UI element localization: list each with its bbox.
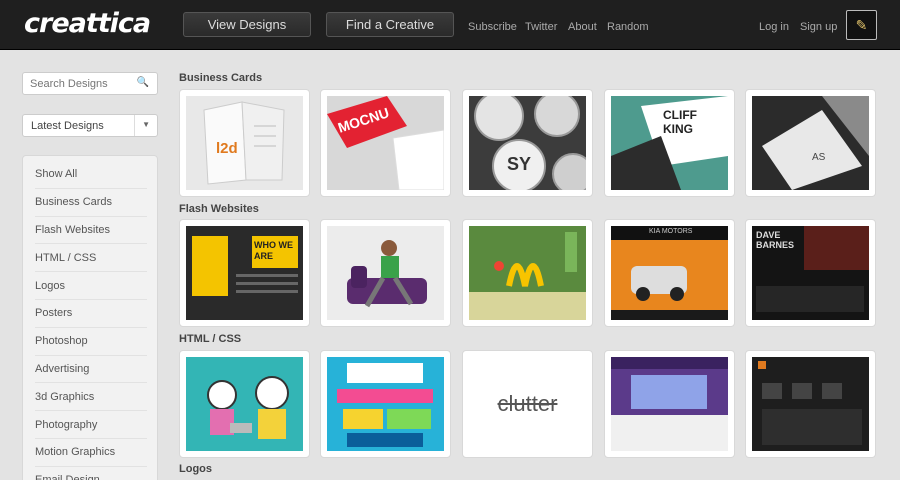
thumbnail-image: AS xyxy=(752,96,869,190)
site-illustration xyxy=(758,361,862,445)
section-title-html-css[interactable]: HTML / CSS xyxy=(179,333,241,345)
sort-select[interactable]: Latest Designs ▼ xyxy=(22,114,158,137)
sidebar-item-html-css[interactable]: HTML / CSS xyxy=(35,244,147,273)
thumbnail-image xyxy=(327,357,444,451)
thumb-text-kia: KIA MOTORS xyxy=(649,228,693,235)
thumbnail-image xyxy=(611,357,728,451)
sidebar-item-motion-graphics[interactable]: Motion Graphics xyxy=(35,439,147,467)
find-creative-button[interactable]: Find a Creative xyxy=(326,12,454,37)
random-link[interactable]: Random xyxy=(607,21,649,33)
thumbnail-image: SY xyxy=(469,96,586,190)
search-icon[interactable]: 🔍 xyxy=(137,77,149,88)
thumbnail-image xyxy=(752,357,869,451)
card-illustration xyxy=(203,101,285,185)
thumb-text-sy: SY xyxy=(507,154,532,174)
login-link[interactable]: Log in xyxy=(759,21,789,33)
twitter-link[interactable]: Twitter xyxy=(525,21,557,33)
sidebar-item-posters[interactable]: Posters xyxy=(35,300,147,328)
thumbnail-image: DAVE BARNES xyxy=(752,226,869,320)
scene-illustration xyxy=(469,232,586,320)
site-logo[interactable]: creattica xyxy=(24,8,151,39)
sidebar-item-show-all[interactable]: Show All xyxy=(35,161,147,189)
sort-selected-value: Latest Designs xyxy=(31,119,104,132)
section-title-business-cards[interactable]: Business Cards xyxy=(179,72,262,84)
thumb-text-as: AS xyxy=(812,152,826,163)
select-divider xyxy=(134,115,135,136)
sidebar-item-flash-websites[interactable]: Flash Websites xyxy=(35,217,147,245)
thumbnail-image xyxy=(186,357,303,451)
card-illustration xyxy=(762,96,869,190)
design-thumbnail[interactable]: KIA MOTORS xyxy=(604,219,735,327)
design-thumbnail[interactable] xyxy=(745,350,876,458)
design-thumbnail[interactable] xyxy=(320,219,451,327)
design-thumbnail[interactable]: DAVE BARNES xyxy=(745,219,876,327)
design-thumbnail[interactable]: CLIFF KING xyxy=(604,89,735,197)
design-thumbnail[interactable]: MOCNU xyxy=(320,89,451,197)
thumb-text-clutter: clutter xyxy=(497,391,558,416)
sidebar-item-photography[interactable]: Photography xyxy=(35,411,147,439)
thumbnail-image xyxy=(469,226,586,320)
thumb-text-dave: DAVE BARNES xyxy=(756,230,795,250)
about-link[interactable]: About xyxy=(568,21,597,33)
view-designs-button[interactable]: View Designs xyxy=(183,12,311,37)
design-thumbnail[interactable] xyxy=(179,350,310,458)
thumbnail-image: clutter xyxy=(469,357,586,451)
section-title-logos[interactable]: Logos xyxy=(179,463,212,475)
sidebar-item-logos[interactable]: Logos xyxy=(35,272,147,300)
thumb-text-who: WHO WE ARE xyxy=(254,240,293,261)
design-thumbnail[interactable] xyxy=(320,350,451,458)
user-menu-button[interactable]: ✎ xyxy=(846,10,877,40)
thumbnail-image: CLIFF KING xyxy=(611,96,728,190)
car-illustration xyxy=(611,226,728,310)
thumbnail-image: l2d xyxy=(186,96,303,190)
colorful-site-illustration xyxy=(337,363,433,447)
design-thumbnail[interactable] xyxy=(604,350,735,458)
thumbnail-image: WHO WE ARE xyxy=(186,226,303,320)
design-thumbnail[interactable]: WHO WE ARE xyxy=(179,219,310,327)
sidebar-item-photoshop[interactable]: Photoshop xyxy=(35,328,147,356)
design-thumbnail[interactable]: l2d xyxy=(179,89,310,197)
section-title-flash-websites[interactable]: Flash Websites xyxy=(179,203,259,215)
thumbnail-image xyxy=(327,226,444,320)
sidebar-item-3d-graphics[interactable]: 3d Graphics xyxy=(35,383,147,412)
chevron-down-icon: ▼ xyxy=(142,120,150,129)
site-illustration xyxy=(611,357,728,451)
sidebar-item-email-design[interactable]: Email Design xyxy=(35,467,147,480)
design-thumbnail[interactable]: SY xyxy=(462,89,593,197)
thumbnail-image: KIA MOTORS xyxy=(611,226,728,320)
search-input[interactable] xyxy=(23,73,137,94)
design-thumbnail[interactable] xyxy=(462,219,593,327)
design-thumbnail[interactable]: AS xyxy=(745,89,876,197)
thumbnail-image: MOCNU xyxy=(327,96,444,190)
thumb-text-l2d: l2d xyxy=(216,140,238,157)
coin-illustration xyxy=(474,96,586,190)
person-on-couch-illustration xyxy=(347,240,427,308)
search-box: 🔍 xyxy=(22,72,158,95)
category-list: Show All Business Cards Flash Websites H… xyxy=(22,155,158,480)
pencil-icon: ✎ xyxy=(855,16,868,33)
signup-link[interactable]: Sign up xyxy=(800,21,837,33)
design-thumbnail[interactable]: clutter xyxy=(462,350,593,458)
sidebar-item-business-cards[interactable]: Business Cards xyxy=(35,189,147,217)
sidebar-item-advertising[interactable]: Advertising xyxy=(35,356,147,384)
subscribe-link[interactable]: Subscribe xyxy=(468,21,517,33)
thumb-text-cliff-king: CLIFF KING xyxy=(663,108,697,136)
characters-illustration xyxy=(207,376,289,439)
top-bar: creattica View Designs Find a Creative S… xyxy=(0,0,900,50)
